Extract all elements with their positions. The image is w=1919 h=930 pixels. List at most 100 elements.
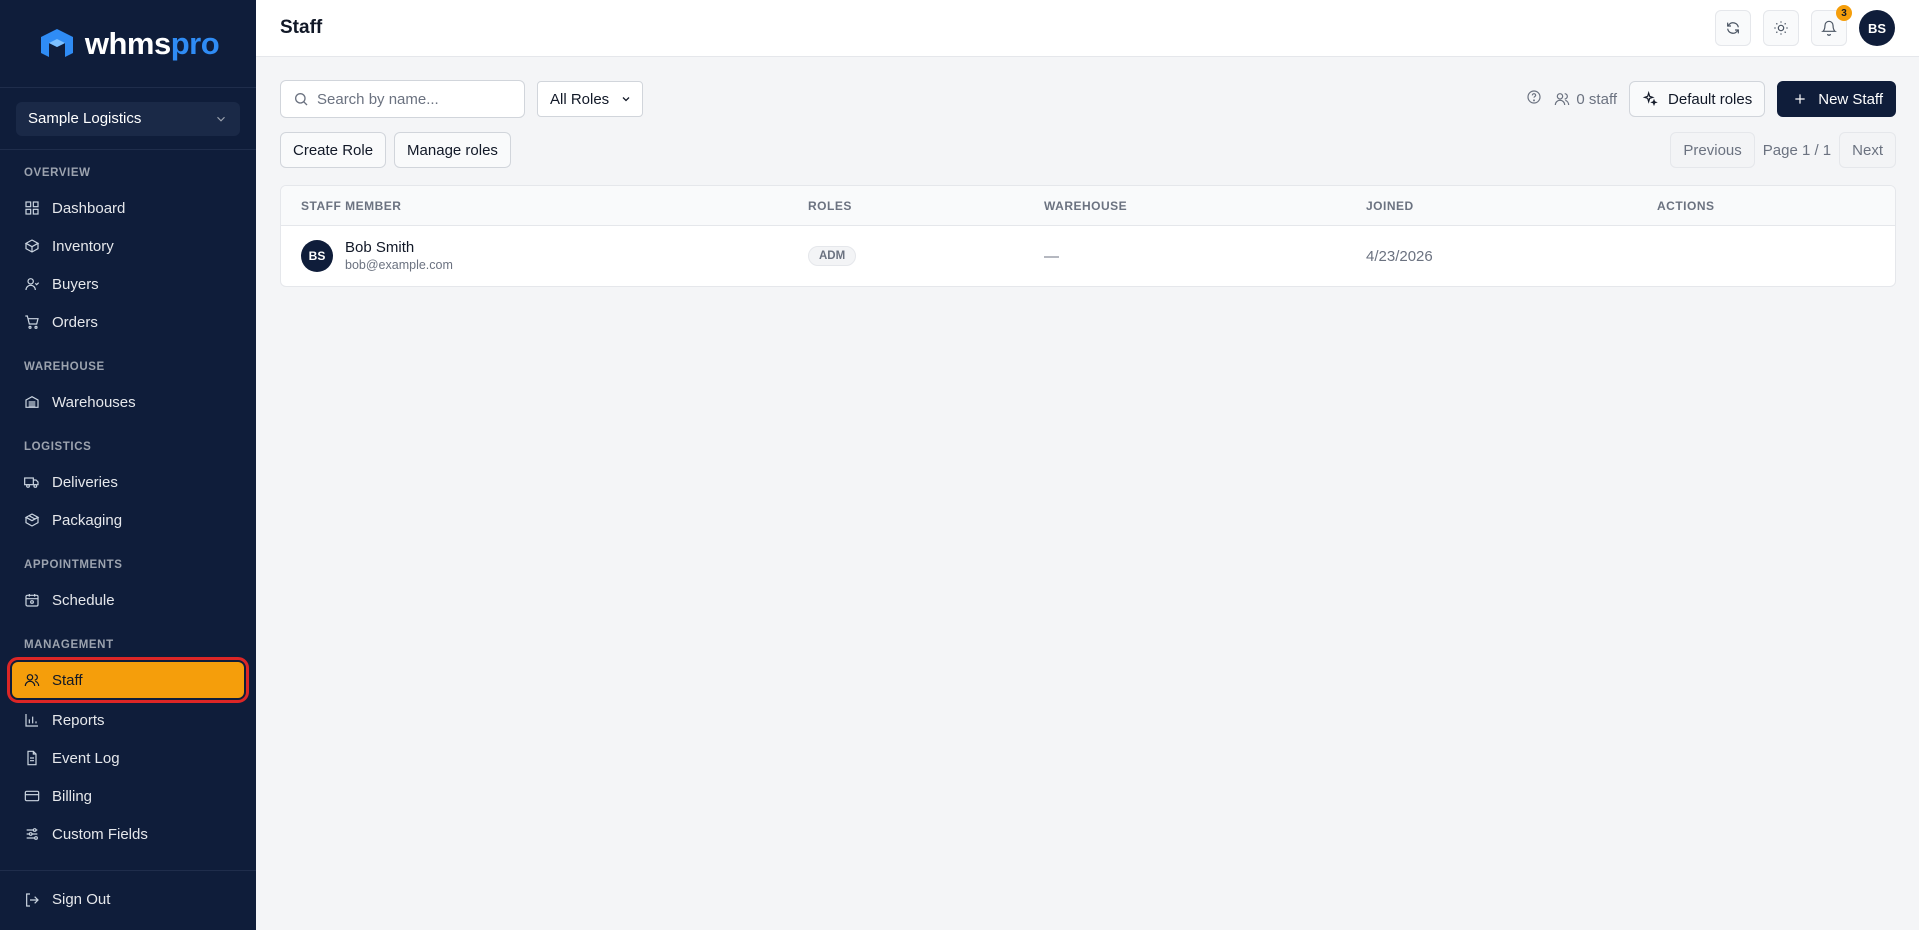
sidebar-item-label: Warehouses <box>52 393 136 411</box>
page-title: Staff <box>280 17 323 38</box>
default-roles-label: Default roles <box>1668 90 1753 108</box>
create-role-button[interactable]: Create Role <box>280 132 387 168</box>
notifications-button[interactable]: 3 <box>1811 5 1852 46</box>
column-header-staff-member: STAFF MEMBER <box>301 198 402 213</box>
chevron-down-icon <box>622 97 630 102</box>
role-badge: ADM <box>808 246 857 266</box>
dashboard-icon <box>25 201 39 215</box>
column-header-warehouse: WAREHOUSE <box>1044 198 1128 213</box>
main-content: All Roles 0 staff Default roles New Staf… <box>280 80 1896 287</box>
sidebar-item-label: Inventory <box>52 237 114 255</box>
refresh-icon <box>1727 22 1739 34</box>
sidebar-item-schedule[interactable]: Schedule <box>12 582 244 618</box>
role-filter-value: All Roles <box>550 90 610 108</box>
sparkles-icon <box>1642 91 1658 107</box>
sidebar-item-buyers[interactable]: Buyers <box>12 266 244 302</box>
previous-page-button[interactable]: Previous <box>1670 132 1755 168</box>
box-icon <box>24 239 40 253</box>
staff-avatar: BS <box>301 240 333 272</box>
sign-out-label: Sign Out <box>52 891 111 908</box>
sidebar-item-label: Staff <box>52 671 83 689</box>
new-staff-label: New Staff <box>1818 90 1883 108</box>
sun-icon <box>1774 21 1788 35</box>
pagination: Previous Page 1 / 1 Next <box>1670 132 1896 168</box>
bell-icon <box>1821 20 1837 36</box>
section-title-management: MANAGEMENT <box>24 639 114 651</box>
sidebar-item-label: Custom Fields <box>52 825 148 843</box>
sidebar-item-label: Schedule <box>52 591 115 609</box>
sidebar-item-staff[interactable]: Staff <box>7 657 249 703</box>
sidebar-item-orders[interactable]: Orders <box>12 304 244 340</box>
table-row[interactable]: BS Bob Smith bob@example.com ADM — 4/23/… <box>281 226 1895 286</box>
sidebar-item-label: Orders <box>52 313 98 331</box>
chevron-down-icon <box>217 116 225 122</box>
joined-date: 4/23/2026 <box>1366 247 1433 265</box>
sidebar-item-dashboard[interactable]: Dashboard <box>12 190 244 226</box>
sidebar-item-inventory[interactable]: Inventory <box>12 228 244 264</box>
staff-table: STAFF MEMBER ROLES WAREHOUSE JOINED ACTI… <box>280 185 1896 287</box>
search-input[interactable] <box>317 90 507 108</box>
staff-email: bob@example.com <box>345 258 453 272</box>
section-title-warehouse: WAREHOUSE <box>24 361 105 373</box>
section-title-overview: OVERVIEW <box>24 167 91 179</box>
sidebar-item-deliveries[interactable]: Deliveries <box>12 464 244 500</box>
package-icon <box>24 513 40 527</box>
page-indicator: Page 1 / 1 <box>1762 141 1832 159</box>
app-logo[interactable]: whmspro <box>0 0 256 88</box>
truck-icon <box>24 477 39 488</box>
theme-toggle-button[interactable] <box>1763 10 1799 46</box>
logo-text-accent: pro <box>170 25 220 61</box>
logo-icon <box>40 28 73 57</box>
bar-chart-icon <box>25 714 38 727</box>
sidebar-item-label: Buyers <box>52 275 99 293</box>
sidebar-item-packaging[interactable]: Packaging <box>12 502 244 538</box>
default-roles-button[interactable]: Default roles <box>1629 81 1766 117</box>
search-icon <box>295 93 308 106</box>
staff-count-label: 0 staff <box>1576 90 1618 108</box>
column-header-actions: ACTIONS <box>1657 198 1715 213</box>
notification-badge: 3 <box>1836 5 1852 21</box>
sign-out-button[interactable]: Sign Out <box>12 882 244 918</box>
users-icon <box>1555 93 1570 106</box>
sidebar-item-label: Dashboard <box>52 199 126 217</box>
sidebar-item-custom-fields[interactable]: Custom Fields <box>12 816 244 852</box>
user-avatar[interactable]: BS <box>1859 10 1895 46</box>
role-filter-select[interactable]: All Roles <box>537 81 643 117</box>
new-staff-button[interactable]: New Staff <box>1777 81 1896 117</box>
user-icon <box>25 278 40 291</box>
sidebar-item-event-log[interactable]: Event Log <box>12 740 244 776</box>
sidebar-item-label: Event Log <box>52 749 120 767</box>
section-title-logistics: LOGISTICS <box>24 441 92 453</box>
sidebar-item-label: Deliveries <box>52 473 118 491</box>
top-header: Staff 3 BS <box>256 0 1919 57</box>
warehouse-value: — <box>1044 247 1059 265</box>
log-out-icon <box>26 892 39 907</box>
sliders-icon <box>26 828 38 840</box>
table-header: STAFF MEMBER ROLES WAREHOUSE JOINED ACTI… <box>281 186 1895 226</box>
manage-roles-button[interactable]: Manage roles <box>394 132 511 168</box>
column-header-joined: JOINED <box>1366 198 1414 213</box>
plus-icon <box>1795 94 1805 104</box>
sidebar-item-label: Packaging <box>52 511 123 529</box>
refresh-button[interactable] <box>1715 10 1751 46</box>
search-box <box>280 80 525 118</box>
staff-count: 0 staff <box>1554 91 1617 108</box>
column-header-roles: ROLES <box>808 198 852 213</box>
sidebar-item-warehouses[interactable]: Warehouses <box>12 384 244 420</box>
sidebar: whmspro Sample Logistics OVERVIEW Dashbo… <box>0 0 256 930</box>
sidebar-item-label: Billing <box>52 787 93 805</box>
section-title-appointments: APPOINTMENTS <box>24 559 123 571</box>
users-icon <box>24 674 40 687</box>
calendar-icon <box>25 594 39 607</box>
file-icon <box>27 750 37 766</box>
staff-name: Bob Smith <box>345 239 415 256</box>
sidebar-item-billing[interactable]: Billing <box>12 778 244 814</box>
cart-icon <box>25 315 39 329</box>
help-icon[interactable] <box>1526 89 1542 110</box>
logo-text: whms <box>84 25 171 61</box>
org-name: Sample Logistics <box>28 110 142 127</box>
warehouse-icon <box>25 395 39 408</box>
sidebar-item-reports[interactable]: Reports <box>12 702 244 738</box>
next-page-button[interactable]: Next <box>1839 132 1896 168</box>
org-selector[interactable]: Sample Logistics <box>16 101 240 136</box>
